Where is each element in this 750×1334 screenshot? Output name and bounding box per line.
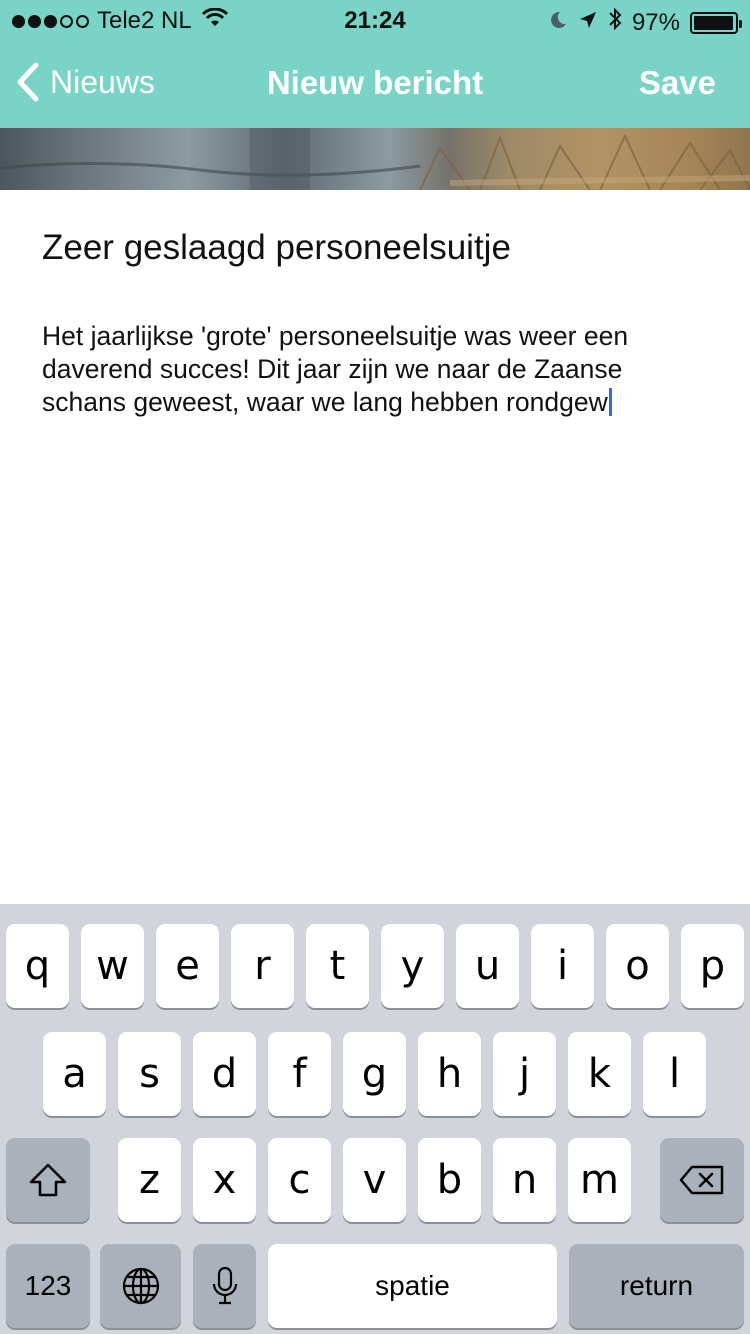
text-caret [608, 388, 612, 416]
key-g[interactable]: g [343, 1032, 406, 1116]
shift-key[interactable] [6, 1138, 90, 1222]
key-n[interactable]: n [493, 1138, 556, 1222]
shift-icon [29, 1163, 67, 1197]
key-c[interactable]: c [268, 1138, 331, 1222]
numbers-key[interactable]: 123 [6, 1244, 90, 1328]
return-key[interactable]: return [569, 1244, 744, 1328]
key-r[interactable]: r [231, 924, 294, 1008]
backspace-icon [679, 1165, 724, 1195]
key-u[interactable]: u [456, 924, 519, 1008]
key-t[interactable]: t [306, 924, 369, 1008]
key-j[interactable]: j [493, 1032, 556, 1116]
key-d[interactable]: d [193, 1032, 256, 1116]
key-l[interactable]: l [643, 1032, 706, 1116]
key-y[interactable]: y [381, 924, 444, 1008]
bluetooth-icon [608, 7, 622, 38]
article-body-input[interactable]: Het jaarlijkse 'grote' personeelsuitje w… [42, 320, 712, 419]
backspace-key[interactable] [660, 1138, 744, 1222]
key-w[interactable]: w [81, 924, 144, 1008]
key-x[interactable]: x [193, 1138, 256, 1222]
key-p[interactable]: p [681, 924, 744, 1008]
key-q[interactable]: q [6, 924, 69, 1008]
key-z[interactable]: z [118, 1138, 181, 1222]
microphone-icon [212, 1266, 237, 1305]
globe-icon [122, 1267, 159, 1305]
key-b[interactable]: b [418, 1138, 481, 1222]
globe-key[interactable] [100, 1244, 181, 1328]
keyboard: q w e r t y u i o p a s d f g h j k l z … [0, 904, 750, 1334]
battery-icon [690, 11, 742, 34]
article-body-text: Het jaarlijkse 'grote' personeelsuitje w… [42, 321, 629, 417]
moon-icon [548, 9, 568, 37]
space-key[interactable]: spatie [268, 1244, 557, 1328]
status-bar: Tele2 NL 21:24 97% [0, 0, 750, 42]
key-f[interactable]: f [268, 1032, 331, 1116]
key-o[interactable]: o [606, 924, 669, 1008]
microphone-key[interactable] [193, 1244, 256, 1328]
location-arrow-icon [578, 9, 598, 37]
header-photo [0, 128, 750, 190]
status-right-group: 97% [548, 7, 742, 38]
key-i[interactable]: i [531, 924, 594, 1008]
key-s[interactable]: s [118, 1032, 181, 1116]
battery-percent: 97% [631, 8, 680, 36]
top-bar: Tele2 NL 21:24 97% Nieuws Nieuw bericht … [0, 0, 750, 128]
save-button[interactable]: Save [639, 64, 716, 102]
key-k[interactable]: k [568, 1032, 631, 1116]
key-v[interactable]: v [343, 1138, 406, 1222]
key-h[interactable]: h [418, 1032, 481, 1116]
key-e[interactable]: e [156, 924, 219, 1008]
navigation-bar: Nieuws Nieuw bericht Save [0, 42, 750, 128]
article-title-input[interactable]: Zeer geslaagd personeelsuitje [42, 228, 511, 268]
key-a[interactable]: a [43, 1032, 106, 1116]
key-m[interactable]: m [568, 1138, 631, 1222]
page-title: Nieuw bericht [266, 64, 484, 101]
